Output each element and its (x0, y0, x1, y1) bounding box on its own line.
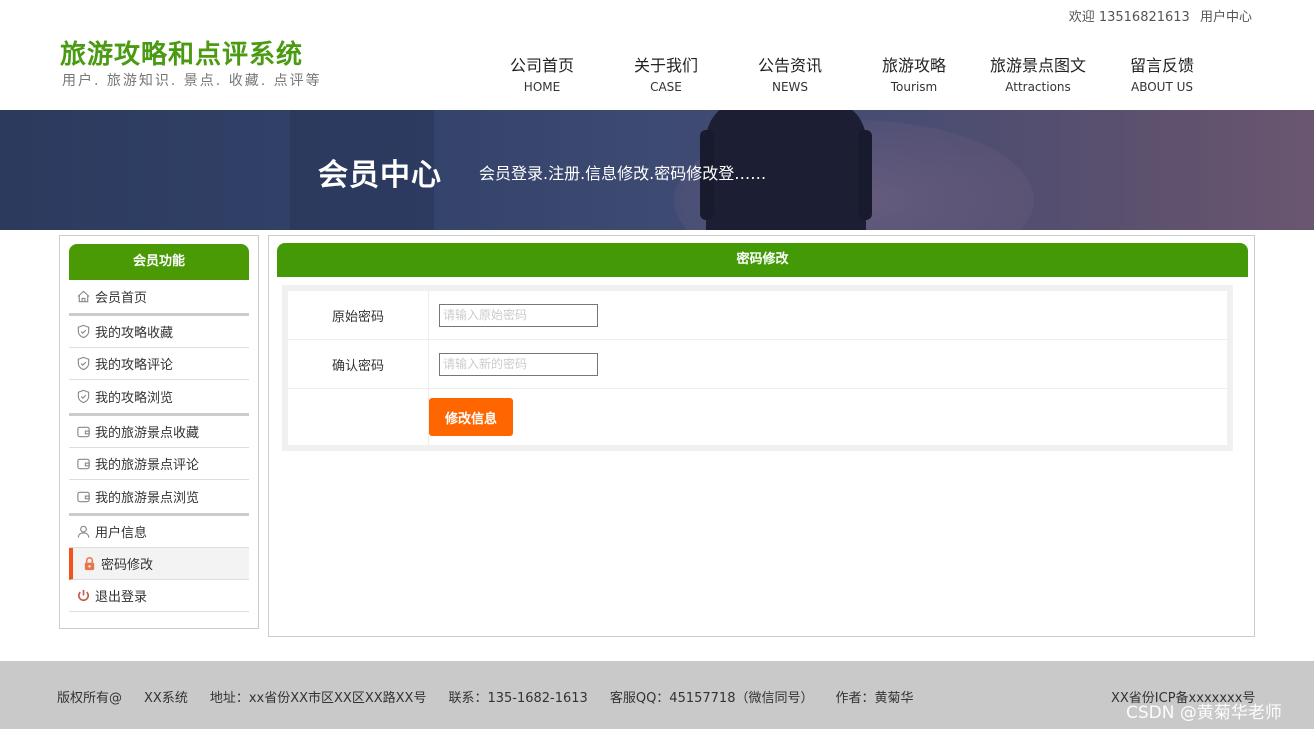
old-password-label: 原始密码 (288, 291, 429, 339)
sidebar-item-label: 我的攻略浏览 (95, 391, 174, 406)
sidebar-item-change-password[interactable]: 密码修改 (69, 548, 249, 580)
sidebar-item-spot-comments[interactable]: 我的旅游景点评论 (69, 448, 249, 480)
user-icon (75, 524, 91, 540)
banner-title: 会员中心 (318, 158, 442, 193)
nav-item-news[interactable]: 公告资讯 NEWS (728, 52, 852, 96)
nav-item-about[interactable]: 关于我们 CASE (604, 52, 728, 96)
submit-cell: 修改信息 (429, 389, 1227, 445)
password-form: 原始密码 确认密码 修改信息 (282, 285, 1233, 451)
new-password-cell (429, 340, 1227, 388)
sidebar-item-logout[interactable]: 退出登录 (69, 580, 249, 612)
nav-label-en: CASE (650, 80, 682, 94)
form-row-submit: 修改信息 (288, 389, 1227, 445)
shield-icon (75, 324, 91, 340)
nav-label-en: Tourism (890, 80, 938, 94)
sidebar-item-label: 我的旅游景点收藏 (95, 426, 200, 441)
sidebar-item-label: 我的攻略评论 (95, 358, 174, 373)
submit-label-cell (288, 389, 429, 445)
footer-qq: 客服QQ：45157718（微信同号） (609, 691, 814, 706)
wallet-icon (75, 456, 91, 472)
footer-system: XX系统 (144, 691, 188, 706)
nav-label-cn: 旅游景点图文 (989, 56, 1086, 75)
nav-label-en: NEWS (771, 80, 809, 94)
user-center-link[interactable]: 用户中心 (1200, 10, 1252, 25)
new-password-label: 确认密码 (288, 340, 429, 388)
panel-header: 密码修改 (277, 243, 1248, 277)
nav-label-en: Attractions (1005, 80, 1071, 94)
sidebar-item-label: 我的攻略收藏 (95, 326, 174, 341)
sidebar-item-member-home[interactable]: 会员首页 (69, 280, 249, 316)
member-sidebar: 会员功能 会员首页 我的攻略收藏 我的攻略评论 我的攻略浏览 我的旅游景点收藏 … (59, 235, 259, 629)
wallet-icon (75, 424, 91, 440)
nav-label-cn: 公司首页 (509, 56, 574, 75)
sidebar-item-guide-favorites[interactable]: 我的攻略收藏 (69, 316, 249, 348)
sidebar-item-label: 用户信息 (95, 526, 148, 541)
new-password-input[interactable] (439, 352, 598, 376)
sidebar-item-label: 会员首页 (95, 291, 148, 306)
sidebar-item-guide-comments[interactable]: 我的攻略评论 (69, 348, 249, 380)
shield-icon (75, 356, 91, 372)
welcome-text: 欢迎 13516821613 (1068, 10, 1190, 25)
site-title[interactable]: 旅游攻略和点评系统 (60, 34, 303, 71)
nav-label-en: HOME (523, 80, 561, 94)
sidebar-item-label: 我的旅游景点评论 (95, 458, 200, 473)
site-subtitle: 用户. 旅游知识. 景点. 收藏. 点评等 (62, 73, 322, 89)
shield-icon (75, 389, 91, 405)
password-panel: 密码修改 原始密码 确认密码 修改信息 (268, 235, 1255, 637)
footer-copyright: 版权所有@ (57, 691, 123, 706)
old-password-cell (429, 291, 1227, 339)
banner-description: 会员登录.注册.信息修改.密码修改登…… (479, 164, 767, 183)
banner: 会员中心 会员登录.注册.信息修改.密码修改登…… (0, 110, 1314, 230)
sidebar-item-spot-history[interactable]: 我的旅游景点浏览 (69, 480, 249, 516)
nav-item-attractions[interactable]: 旅游景点图文 Attractions (976, 52, 1100, 96)
form-table: 原始密码 确认密码 修改信息 (288, 291, 1227, 445)
form-row-old-password: 原始密码 (288, 291, 1227, 340)
nav-item-feedback[interactable]: 留言反馈 ABOUT US (1100, 52, 1224, 96)
nav-label-en: ABOUT US (1130, 80, 1193, 94)
lock-icon (81, 556, 97, 572)
sidebar-item-user-info[interactable]: 用户信息 (69, 516, 249, 548)
nav-label-cn: 旅游攻略 (881, 56, 946, 75)
nav-item-home[interactable]: 公司首页 HOME (480, 52, 604, 96)
footer-info: 版权所有@ XX系统 地址：xx省份XX市区XX区XX路XX号 联系：135-1682… (57, 687, 936, 706)
form-row-new-password: 确认密码 (288, 340, 1227, 389)
sidebar-item-label: 我的旅游景点浏览 (95, 491, 200, 506)
home-icon (75, 289, 91, 305)
footer-author: 作者：黄菊华 (835, 691, 914, 706)
footer-contact: 联系：135-1682-1613 (448, 691, 588, 706)
nav-label-cn: 留言反馈 (1129, 56, 1194, 75)
sidebar-item-label: 退出登录 (95, 590, 148, 605)
sidebar-header: 会员功能 (69, 244, 249, 280)
footer-address: 地址：xx省份XX市区XX区XX路XX号 (209, 691, 427, 706)
nav-label-cn: 关于我们 (633, 56, 698, 75)
power-icon (75, 588, 91, 604)
watermark: CSDN @黄菊华老师 (1126, 703, 1282, 723)
sidebar-menu: 会员首页 我的攻略收藏 我的攻略评论 我的攻略浏览 我的旅游景点收藏 我的旅游景… (69, 280, 249, 612)
footer: 版权所有@ XX系统 地址：xx省份XX市区XX区XX路XX号 联系：135-1682… (0, 661, 1314, 729)
main-nav: 公司首页 HOME 关于我们 CASE 公告资讯 NEWS 旅游攻略 Touri… (480, 52, 1256, 96)
nav-label-cn: 公告资讯 (757, 56, 822, 75)
wallet-icon (75, 489, 91, 505)
nav-item-tourism[interactable]: 旅游攻略 Tourism (852, 52, 976, 96)
top-bar: 欢迎 13516821613 用户中心 (1063, 6, 1252, 25)
sidebar-item-label: 密码修改 (101, 558, 154, 573)
old-password-input[interactable] (439, 303, 598, 327)
submit-button[interactable]: 修改信息 (429, 398, 513, 436)
sidebar-item-spot-favorites[interactable]: 我的旅游景点收藏 (69, 416, 249, 448)
sidebar-item-guide-history[interactable]: 我的攻略浏览 (69, 380, 249, 416)
